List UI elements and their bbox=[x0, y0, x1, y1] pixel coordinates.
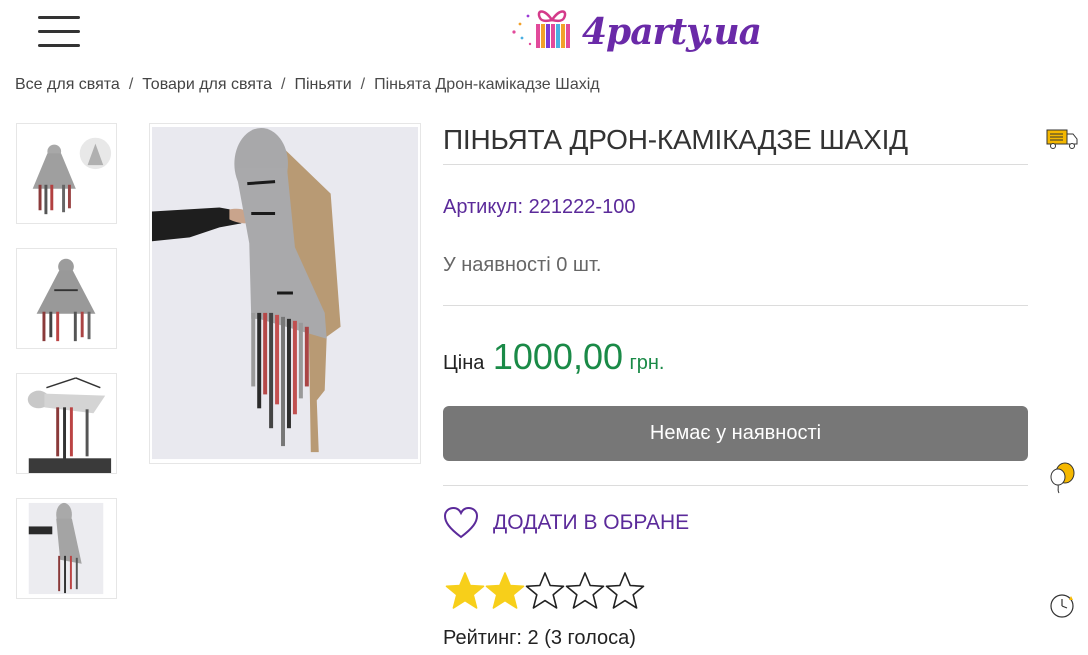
menu-button[interactable] bbox=[38, 14, 80, 50]
breadcrumb-separator: / bbox=[360, 76, 366, 93]
pinata-thumbnail-image bbox=[17, 374, 116, 473]
gallery-thumbnail-4[interactable] bbox=[16, 498, 117, 599]
menu-bar bbox=[38, 44, 80, 47]
add-to-favorites-button[interactable]: ДОДАТИ В ОБРАНЕ bbox=[443, 506, 689, 540]
breadcrumb-current: Піньята Дрон-камікадзе Шахід bbox=[374, 76, 600, 93]
star-empty-icon[interactable] bbox=[523, 570, 567, 612]
gallery-thumbnail-2[interactable] bbox=[16, 248, 117, 349]
divider bbox=[443, 485, 1028, 486]
star-empty-icon[interactable] bbox=[603, 570, 647, 612]
menu-bar bbox=[38, 16, 80, 19]
price-currency: грн. bbox=[629, 352, 665, 374]
menu-bar bbox=[38, 30, 80, 33]
balloon-icon[interactable] bbox=[1047, 462, 1077, 494]
stock-status: У наявності 0 шт. bbox=[443, 254, 602, 276]
pinata-thumbnail-image bbox=[17, 124, 116, 223]
out-of-stock-button[interactable]: Немає у наявності bbox=[443, 406, 1028, 461]
price-value: 1000,00 bbox=[492, 336, 623, 377]
gallery-thumbnail-3[interactable] bbox=[16, 373, 117, 474]
logo-text: 4party.ua bbox=[582, 11, 762, 53]
star-filled-icon[interactable] bbox=[483, 570, 527, 612]
breadcrumb-separator: / bbox=[281, 76, 286, 93]
site-logo[interactable]: 4party.ua bbox=[508, 0, 762, 64]
price: Ціна 1000,00 грн. bbox=[443, 336, 664, 378]
divider bbox=[443, 164, 1028, 165]
breadcrumb-item-pinatas[interactable]: Піньяти bbox=[294, 76, 351, 93]
breadcrumb-item-all-holiday[interactable]: Все для свята bbox=[15, 76, 120, 93]
heart-icon bbox=[443, 506, 479, 539]
breadcrumb-item-holiday-goods[interactable]: Товари для свята bbox=[142, 76, 272, 93]
breadcrumb-separator: / bbox=[128, 76, 134, 93]
pinata-thumbnail-image bbox=[17, 249, 116, 348]
price-label: Ціна bbox=[443, 352, 485, 374]
delivery-truck-icon[interactable] bbox=[1046, 128, 1080, 150]
pinata-thumbnail-image bbox=[17, 499, 116, 598]
add-to-favorites-label: ДОДАТИ В ОБРАНЕ bbox=[493, 511, 690, 534]
gallery-thumbnail-1[interactable] bbox=[16, 123, 117, 224]
product-title: ПІНЬЯТА ДРОН-КАМІКАДЗЕ ШАХІД bbox=[443, 124, 908, 155]
breadcrumb: Все для свята / Товари для свята / Піньяти / П… bbox=[15, 76, 600, 94]
main-product-image[interactable] bbox=[149, 123, 421, 464]
rating-text: Рейтинг: 2 (3 голоса) bbox=[443, 627, 636, 649]
star-filled-icon[interactable] bbox=[443, 570, 487, 612]
star-empty-icon[interactable] bbox=[563, 570, 607, 612]
pinata-main-image bbox=[150, 124, 420, 463]
divider bbox=[443, 305, 1028, 306]
gift-logo-icon bbox=[512, 10, 570, 48]
rating-stars[interactable] bbox=[443, 570, 645, 612]
product-sku: Артикул: 221222-100 bbox=[443, 196, 636, 218]
clock-icon[interactable] bbox=[1048, 592, 1076, 620]
